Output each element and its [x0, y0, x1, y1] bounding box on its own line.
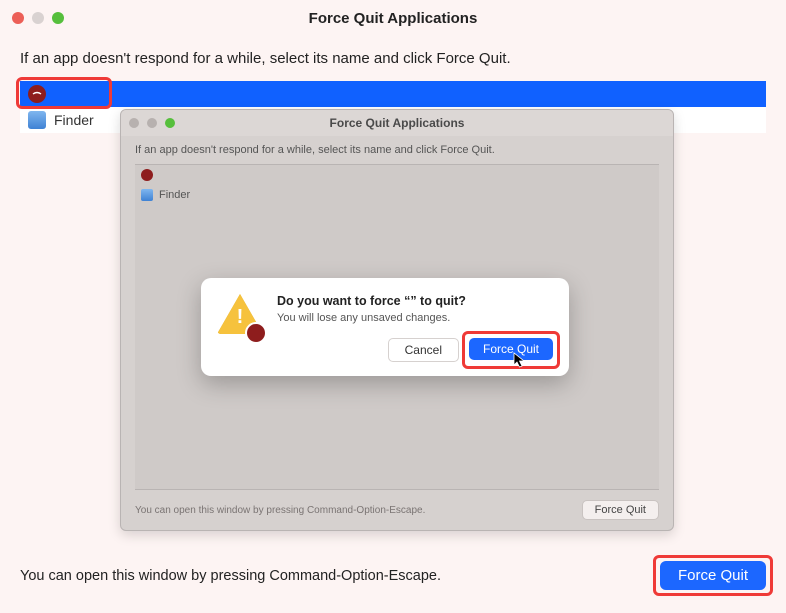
- inner-instruction: If an app doesn't respond for a while, s…: [135, 144, 659, 156]
- finder-icon: [28, 111, 46, 129]
- app-red-icon: [141, 169, 153, 181]
- outer-app-list-wrap: Finder Force Quit Applications If an app…: [20, 81, 766, 531]
- inner-app-row[interactable]: [135, 165, 659, 185]
- confirm-dialog: ! Do you want to force “” to quit? You w…: [201, 278, 569, 376]
- window-title: Force Quit Applications: [0, 10, 786, 27]
- inner-force-quit-button[interactable]: Force Quit: [582, 500, 659, 520]
- app-red-icon: [245, 322, 267, 344]
- cancel-button[interactable]: Cancel: [388, 338, 459, 362]
- inner-hint: You can open this window by pressing Com…: [135, 505, 425, 516]
- dialog-subtitle: You will lose any unsaved changes.: [277, 312, 553, 324]
- app-label: Finder: [159, 189, 190, 201]
- outer-force-quit-button[interactable]: Force Quit: [660, 561, 766, 590]
- cursor-icon: [513, 352, 527, 370]
- inner-window-title: Force Quit Applications: [121, 116, 673, 130]
- warning-icon: !: [217, 294, 263, 340]
- outer-titlebar: Force Quit Applications: [0, 0, 786, 36]
- inner-titlebar: Force Quit Applications: [121, 110, 673, 136]
- app-label: Finder: [54, 112, 94, 128]
- outer-hint: You can open this window by pressing Com…: [20, 568, 441, 584]
- app-row-selected[interactable]: [20, 81, 766, 107]
- outer-instruction: If an app doesn't respond for a while, s…: [20, 50, 766, 67]
- app-red-icon: [28, 85, 46, 103]
- finder-icon: [141, 189, 153, 201]
- confirm-force-quit-button[interactable]: Force Quit: [469, 338, 553, 360]
- inner-footer: You can open this window by pressing Com…: [135, 490, 659, 520]
- inner-window: Force Quit Applications If an app doesn'…: [120, 109, 674, 531]
- dialog-title: Do you want to force “” to quit?: [277, 294, 553, 308]
- inner-app-row-finder[interactable]: Finder: [135, 185, 659, 205]
